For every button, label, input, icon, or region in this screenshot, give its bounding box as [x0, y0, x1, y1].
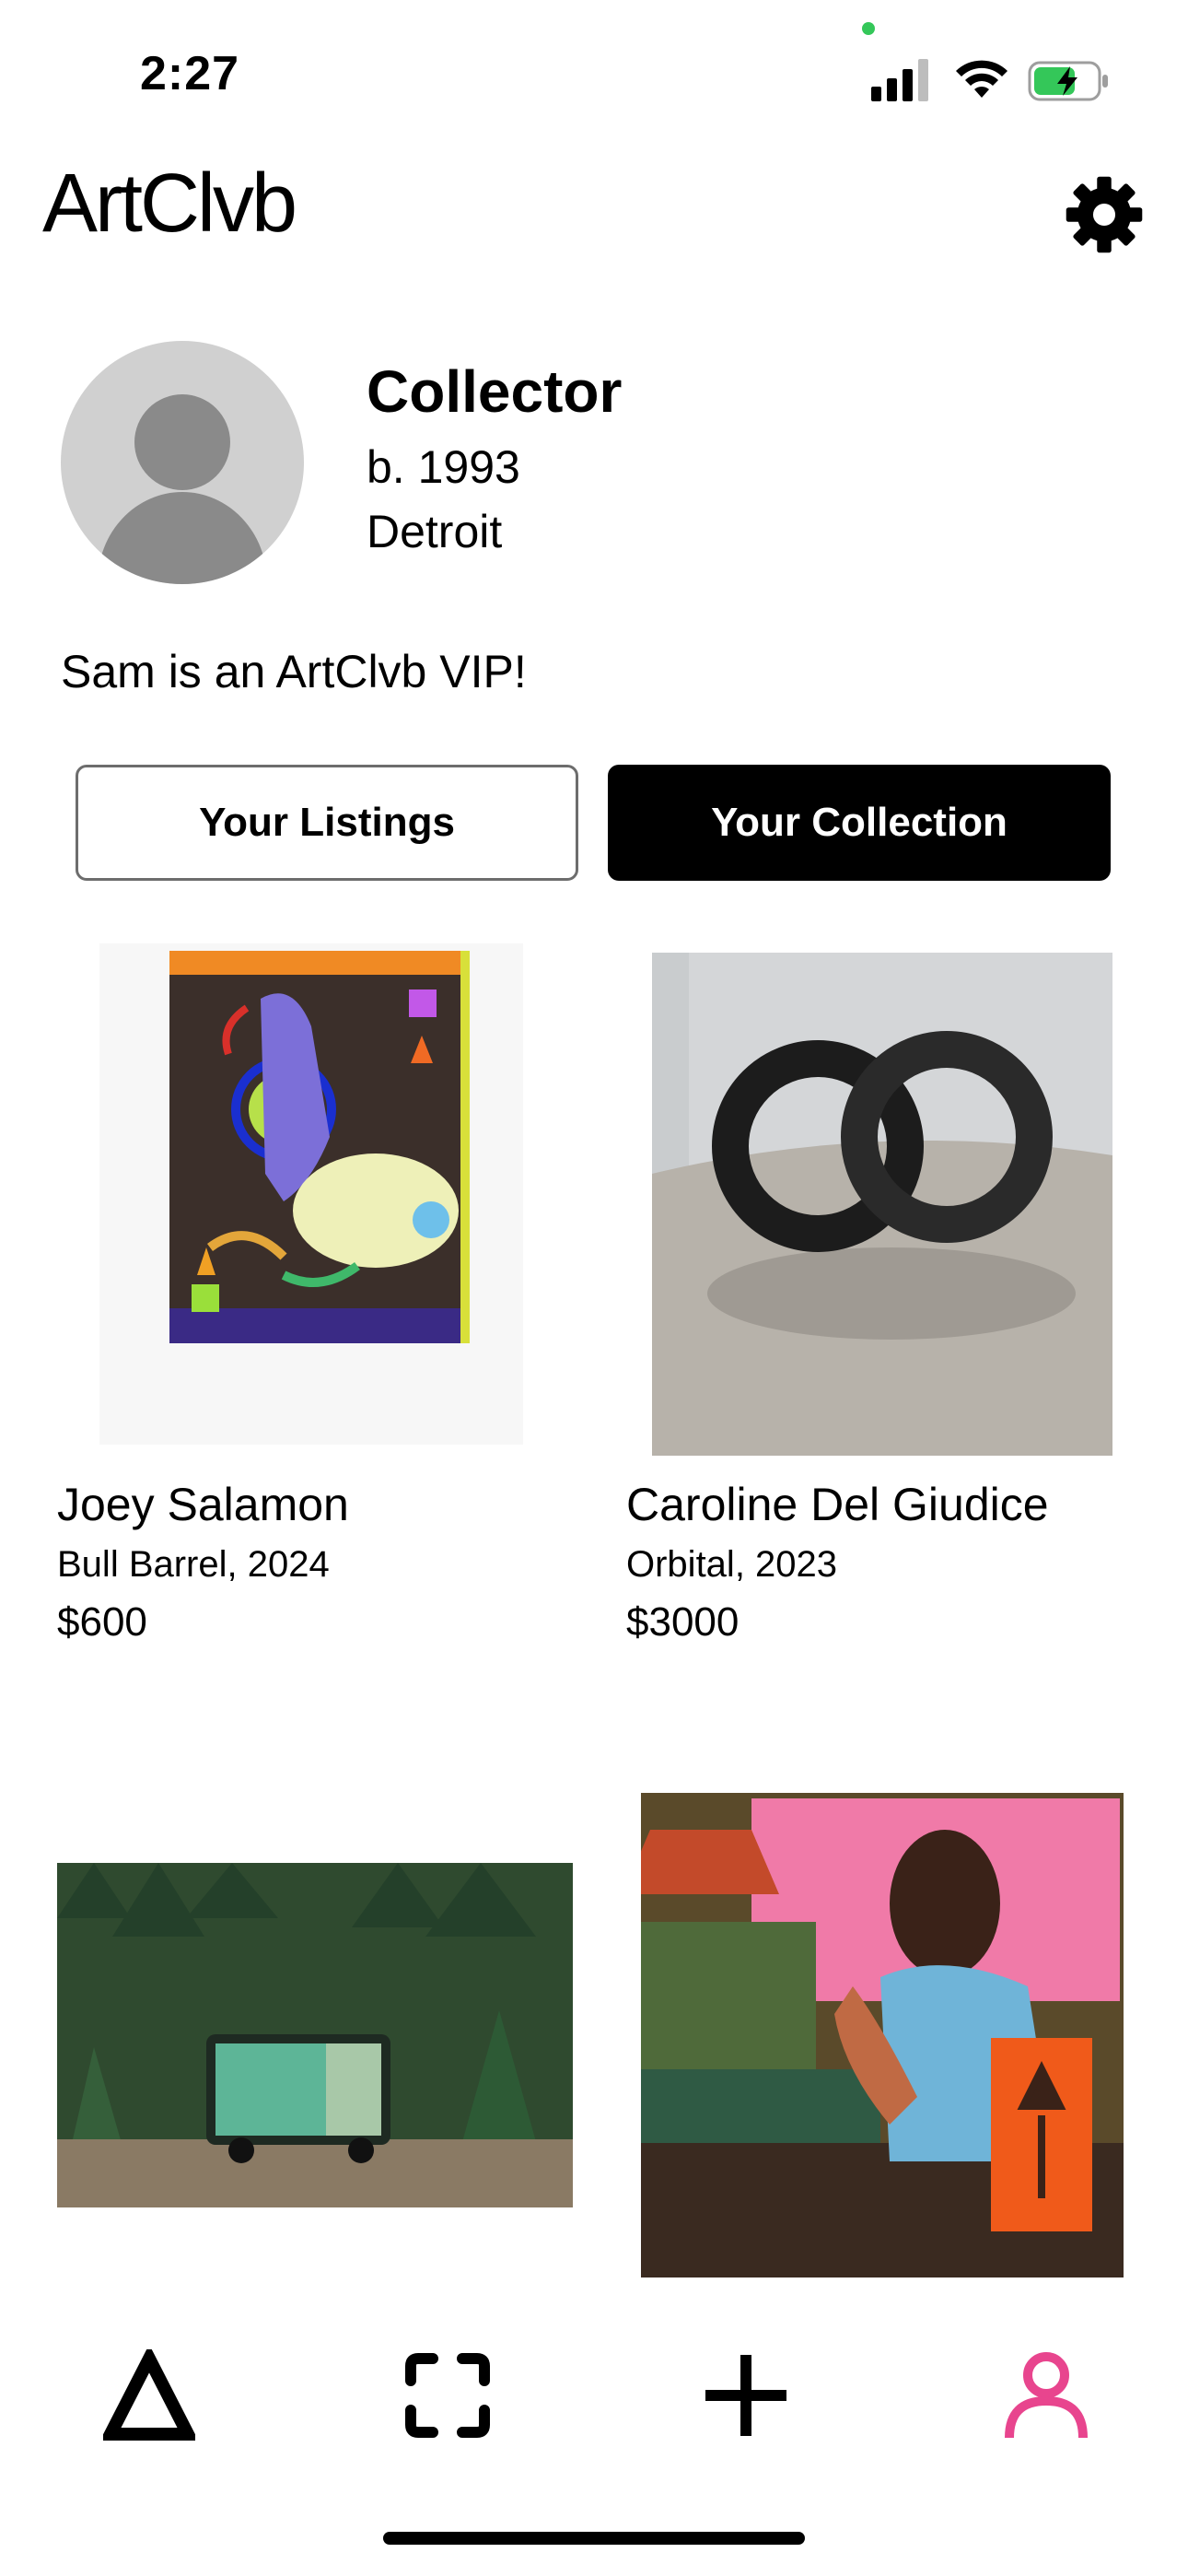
- privacy-indicator: [862, 22, 875, 35]
- artwork-image-van[interactable]: [57, 1863, 573, 2207]
- bar-scene-graphic: [641, 1793, 1124, 2277]
- gear-icon[interactable]: [1065, 175, 1144, 254]
- artwork-title: Orbital, 2023: [626, 1544, 838, 1585]
- artwork-title: Bull Barrel, 2024: [57, 1544, 330, 1585]
- wifi-icon: [956, 60, 1007, 98]
- artwork-price: $3000: [626, 1599, 740, 1645]
- artwork-artist: Joey Salamon: [57, 1479, 349, 1530]
- profile-city: Detroit: [367, 506, 503, 557]
- your-collection-tab[interactable]: Your Collection: [608, 765, 1111, 881]
- artwork-image-orbital[interactable]: [652, 953, 1112, 1456]
- artwork-price: $600: [57, 1599, 147, 1645]
- default-avatar-icon: [98, 394, 267, 584]
- profile-birth-year: b. 1993: [367, 441, 520, 493]
- status-time: 2:27: [140, 47, 240, 100]
- home-indicator[interactable]: [383, 2532, 805, 2545]
- scan-icon[interactable]: [402, 2349, 494, 2441]
- avatar[interactable]: [61, 341, 304, 584]
- artwork-image-bull-barrel[interactable]: [99, 943, 523, 1445]
- bull-painting-graphic: [169, 951, 470, 1343]
- profile-icon[interactable]: [1000, 2349, 1092, 2441]
- artwork-artist: Caroline Del Giudice: [626, 1479, 1049, 1530]
- profile-name: Collector: [367, 358, 623, 425]
- artwork-image-bar-scene[interactable]: [641, 1793, 1124, 2277]
- your-listings-tab[interactable]: Your Listings: [76, 765, 578, 881]
- orbital-sculpture-graphic: [652, 953, 1112, 1456]
- battery-icon: [1028, 61, 1108, 101]
- delta-logo-icon[interactable]: [103, 2349, 195, 2441]
- profile-bio: Sam is an ArtClvb VIP!: [61, 646, 527, 697]
- app-logo: ArtClvb: [42, 158, 297, 250]
- van-forest-graphic: [57, 1863, 573, 2207]
- cellular-signal-icon: [871, 59, 928, 101]
- plus-icon[interactable]: [700, 2349, 792, 2441]
